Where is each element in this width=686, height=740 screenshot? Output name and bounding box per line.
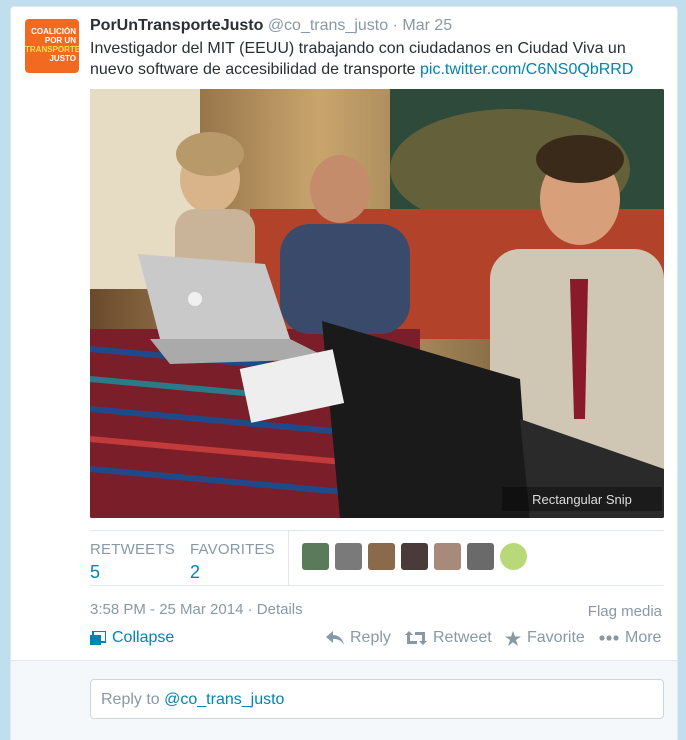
tweet-text: Investigador del MIT (EEUU) trabajando c… bbox=[90, 38, 670, 80]
retweet-icon bbox=[405, 631, 427, 645]
retweets-count: 5 bbox=[90, 562, 101, 582]
details-link[interactable]: Details bbox=[257, 601, 303, 618]
user-name[interactable]: PorUnTransporteJusto bbox=[90, 17, 263, 34]
stats-divider bbox=[288, 531, 289, 586]
engager-avatar[interactable] bbox=[335, 543, 362, 570]
reply-label: Reply bbox=[350, 629, 391, 646]
avatar[interactable]: COALICIÓN POR UN TRANSPORTE JUSTO bbox=[25, 19, 79, 73]
reply-button[interactable]: Reply bbox=[326, 629, 391, 647]
favorite-button[interactable]: Favorite bbox=[505, 629, 585, 647]
avatar-text: JUSTO bbox=[49, 54, 76, 63]
retweet-button[interactable]: Retweet bbox=[405, 629, 492, 647]
retweet-label: Retweet bbox=[433, 629, 492, 646]
collapse-label: Collapse bbox=[112, 629, 175, 646]
tweet-meta: 3:58 PM - 25 Mar 2014 · Details bbox=[90, 601, 303, 618]
reply-handle: @co_trans_justo bbox=[164, 691, 285, 708]
reply-icon bbox=[326, 631, 344, 645]
reply-area: Reply to @co_trans_justo bbox=[11, 660, 677, 740]
tweet-photo[interactable]: Rectangular Snip bbox=[90, 89, 664, 518]
tweet-link[interactable]: pic.twitter.com/C6NS0QbRRD bbox=[420, 61, 633, 78]
more-label: More bbox=[625, 629, 662, 646]
more-button[interactable]: More bbox=[599, 629, 661, 647]
reply-input[interactable]: Reply to @co_trans_justo bbox=[90, 679, 664, 719]
tweet-date[interactable]: Mar 25 bbox=[402, 17, 452, 34]
collapse-button[interactable]: Collapse bbox=[90, 629, 174, 647]
avatar-text: TRANSPORTE bbox=[25, 45, 79, 54]
favorites-label: FAVORITES bbox=[190, 541, 275, 558]
tweet-header: PorUnTransporteJusto @co_trans_justo · M… bbox=[90, 17, 452, 35]
flag-media-link[interactable]: Flag media bbox=[588, 603, 662, 620]
favorite-label: Favorite bbox=[527, 629, 585, 646]
tweet-stats: RETWEETS 5 FAVORITES 2 bbox=[90, 530, 664, 586]
star-icon bbox=[505, 630, 521, 646]
retweets-stat[interactable]: RETWEETS 5 bbox=[90, 541, 175, 583]
favorites-count: 2 bbox=[190, 562, 201, 582]
date-separator: · bbox=[392, 17, 398, 34]
avatar-text: COALICIÓN bbox=[31, 27, 76, 36]
engager-avatar[interactable] bbox=[302, 543, 329, 570]
tweet-actions: Collapse Reply Retweet Favorite More bbox=[90, 629, 664, 651]
collapse-icon bbox=[90, 631, 106, 645]
favorites-stat[interactable]: FAVORITES 2 bbox=[190, 541, 275, 583]
photo-watermark: Rectangular Snip bbox=[532, 492, 632, 507]
retweets-label: RETWEETS bbox=[90, 541, 175, 558]
tweet-card: COALICIÓN POR UN TRANSPORTE JUSTO PorUnT… bbox=[10, 6, 678, 740]
engager-avatar[interactable] bbox=[500, 543, 527, 570]
engager-avatar[interactable] bbox=[368, 543, 395, 570]
engager-avatar[interactable] bbox=[401, 543, 428, 570]
engager-avatar[interactable] bbox=[434, 543, 461, 570]
avatar-text: POR UN bbox=[44, 36, 76, 45]
user-handle[interactable]: @co_trans_justo bbox=[268, 17, 388, 34]
engager-avatar[interactable] bbox=[467, 543, 494, 570]
more-dots-icon bbox=[599, 635, 619, 641]
meta-separator: · bbox=[243, 601, 257, 618]
reply-prefix: Reply to bbox=[101, 691, 165, 708]
tweet-timestamp[interactable]: 3:58 PM - 25 Mar 2014 bbox=[90, 601, 243, 618]
